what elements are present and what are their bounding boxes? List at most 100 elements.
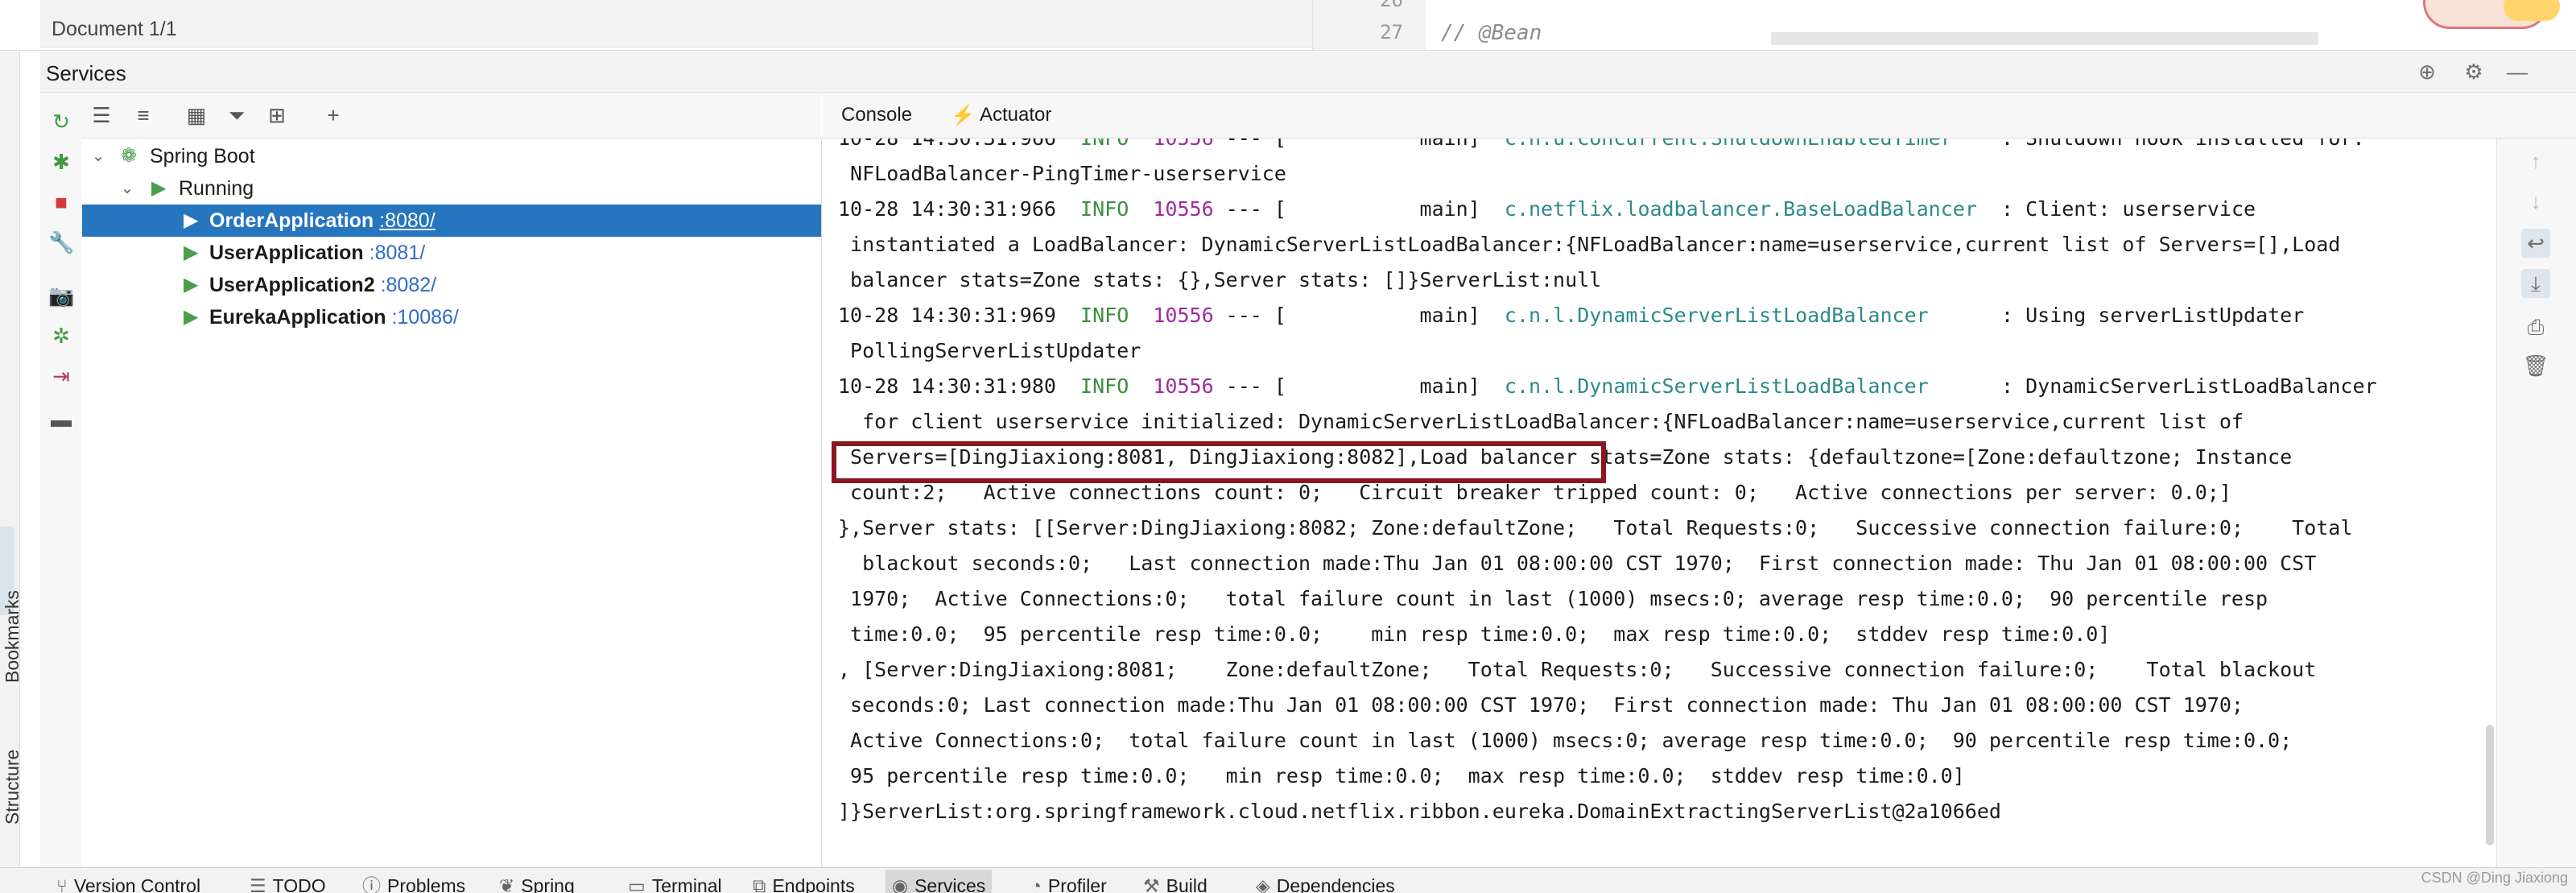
- app-port-link[interactable]: :8080/: [379, 209, 436, 232]
- bottom-tab-version-control[interactable]: ⑂ Version Control: [56, 870, 200, 893]
- terminal-icon: ▭: [628, 875, 646, 893]
- log-logger: c.n.u.concurrent.ShutdownEnabledTimer: [1505, 138, 1953, 150]
- log-date: 10-28 14:30:31:969: [838, 304, 1056, 327]
- bottom-tab-label: Terminal: [651, 875, 722, 893]
- services-tree: ⌄ ❁ Spring Boot ⌄ ▶ Running ▶ OrderAppli…: [82, 138, 822, 867]
- console-line: time:0.0; 95 percentile resp time:0.0; m…: [838, 617, 2110, 652]
- scroll-to-end-icon[interactable]: ⤓: [2521, 269, 2550, 298]
- bottom-tab-label: Services: [914, 875, 986, 893]
- log-pid: 10556: [1153, 304, 1214, 327]
- log-text: 95 percentile resp time:0.0; min resp ti…: [838, 764, 1965, 788]
- minimize-icon[interactable]: —: [2505, 60, 2529, 84]
- tab-console[interactable]: Console: [841, 104, 912, 126]
- log-thread: main]: [1286, 197, 1480, 221]
- app-entry: UserApplication :8081/: [209, 237, 425, 269]
- leaf-icon: ❦: [499, 875, 515, 893]
- bottom-tab-label: Version Control: [73, 875, 201, 893]
- log-text: seconds:0; Last connection made:Thu Jan …: [838, 693, 2244, 717]
- add-icon[interactable]: +: [320, 102, 346, 128]
- soft-wrap-icon[interactable]: ↩: [2521, 229, 2550, 258]
- log-message: : Using serverListUpdater: [1928, 304, 2305, 327]
- camera-icon[interactable]: 📷: [48, 283, 74, 308]
- log-date: 10-28 14:30:31:966: [838, 138, 1056, 150]
- run-icon: ▶: [184, 209, 199, 231]
- bottom-tab-dependencies[interactable]: ◈ Dependencies: [1256, 870, 1395, 893]
- new-service-icon[interactable]: ⊞: [264, 102, 290, 128]
- console-line: },Server stats: [[Server:DingJiaxiong:80…: [838, 511, 2352, 546]
- bug-icon[interactable]: ✲: [48, 323, 74, 349]
- bottom-tab-terminal[interactable]: ▭ Terminal: [628, 870, 722, 893]
- wrench-icon[interactable]: 🔧: [48, 229, 74, 255]
- log-separator: --- [: [1213, 374, 1286, 398]
- debug-icon[interactable]: ✱: [48, 149, 74, 175]
- tree-node-label: Spring Boot: [150, 145, 255, 167]
- log-level: INFO: [1080, 138, 1129, 150]
- bottom-tool-bar: ⑂ Version Control ☰ TODO ⓘ Problems ❦ Spring ▭ Te…: [0, 867, 2576, 893]
- dependencies-icon: ◈: [1256, 875, 1270, 893]
- tree-node-user-application[interactable]: ▶ UserApplication :8081/: [82, 237, 821, 269]
- app-port-link[interactable]: :8081/: [369, 242, 426, 264]
- console-line: NFLoadBalancer-PingTimer-userservice: [838, 156, 1286, 192]
- highlight-annotation: [832, 441, 1606, 483]
- arrow-up-icon[interactable]: ↑: [2521, 147, 2550, 176]
- left-tool-stripe: [0, 52, 20, 866]
- app-entry: EurekaApplication :10086/: [209, 301, 459, 333]
- crosshair-icon[interactable]: ⊕: [2415, 60, 2439, 84]
- services-header: Services ⊕ ⚙ —: [40, 52, 2576, 93]
- structure-tab[interactable]: Structure: [2, 750, 23, 825]
- group-icon[interactable]: ▦: [184, 102, 209, 128]
- app-entry: OrderApplication :8080/: [209, 205, 436, 237]
- console-line: 10-28 14:30:31:966 INFO 10556 --- [ main…: [838, 192, 2256, 227]
- bottom-tab-build[interactable]: ⚒ Build: [1143, 870, 1208, 893]
- tree-node-spring-boot[interactable]: ⌄ ❁ Spring Boot: [82, 140, 821, 172]
- arrow-down-icon[interactable]: ↓: [2521, 187, 2550, 216]
- info-icon: ⓘ: [362, 875, 381, 893]
- console-line: 95 percentile resp time:0.0; min resp ti…: [838, 759, 1965, 794]
- bottom-tab-problems[interactable]: ⓘ Problems: [362, 870, 465, 893]
- collapse-all-icon[interactable]: ≡: [130, 102, 156, 128]
- console-scrollbar[interactable]: [2486, 725, 2494, 845]
- print-icon[interactable]: ⎙: [2521, 312, 2550, 341]
- bottom-tab-label: Spring: [521, 875, 575, 893]
- tree-node-eureka-application[interactable]: ▶ EurekaApplication :10086/: [82, 301, 821, 333]
- filter-icon[interactable]: ⏷: [224, 102, 250, 128]
- trash-icon[interactable]: 🗑: [2521, 351, 2550, 380]
- chevron-down-icon[interactable]: ⌄: [119, 172, 135, 205]
- console-line: ]}ServerList:org.springframework.cloud.n…: [838, 794, 2001, 829]
- console-line: instantiated a LoadBalancer: DynamicServ…: [838, 227, 2340, 263]
- watermark: CSDN @Ding Jiaxiong: [2421, 870, 2568, 886]
- rerun-icon[interactable]: ↻: [48, 109, 74, 134]
- app-port-link[interactable]: :8082/: [381, 274, 437, 296]
- app-name: UserApplication: [209, 242, 364, 264]
- console-line: blackout seconds:0; Last connection made…: [838, 546, 2316, 581]
- line-number: 26: [1380, 0, 1403, 11]
- expand-all-icon[interactable]: ☰: [89, 102, 114, 128]
- bottom-tab-label: Problems: [387, 875, 466, 893]
- bookmarks-tab[interactable]: Bookmarks: [2, 590, 23, 683]
- tab-actuator[interactable]: Actuator: [980, 104, 1051, 126]
- bottom-tab-services[interactable]: ◉ Services: [886, 870, 993, 893]
- bottom-tab-endpoints[interactable]: ⧉ Endpoints: [753, 870, 855, 893]
- app-name: UserApplication2: [209, 274, 375, 296]
- chevron-down-icon[interactable]: ⌄: [90, 140, 106, 172]
- bottom-tab-todo[interactable]: ☰ TODO: [250, 870, 326, 893]
- editor-scrollbar[interactable]: [1771, 32, 2318, 45]
- log-text: Active Connections:0; total failure coun…: [838, 729, 2293, 752]
- gear-icon[interactable]: ⚙: [2462, 60, 2486, 84]
- stop-icon[interactable]: ■: [48, 189, 74, 215]
- spring-boot-icon: ❁: [121, 145, 138, 167]
- tree-node-running[interactable]: ⌄ ▶ Running: [82, 172, 821, 205]
- editor-top-strip: Document 1/1 26 27 // @Bean: [0, 0, 2576, 51]
- exit-icon[interactable]: ⇥: [48, 363, 74, 389]
- tree-node-user-application2[interactable]: ▶ UserApplication2 :8082/: [82, 269, 821, 301]
- console-output[interactable]: 10-28 14:30:31:966 INFO 10556 --- [ main…: [822, 138, 2496, 867]
- log-separator: --- [: [1213, 304, 1286, 327]
- bottom-tab-profiler[interactable]: ◔ Profiler: [1030, 870, 1107, 893]
- bottom-tab-label: Profiler: [1047, 875, 1107, 893]
- layout-icon[interactable]: ▬: [48, 407, 74, 432]
- app-port-link[interactable]: :10086/: [391, 306, 458, 329]
- log-logger: c.n.l.DynamicServerListLoadBalancer: [1504, 304, 1929, 327]
- tree-toolbar: ☰ ≡ ▦ ⏷ ⊞ +: [82, 93, 821, 138]
- tree-node-order-application[interactable]: ▶ OrderApplication :8080/: [82, 205, 821, 237]
- bottom-tab-spring[interactable]: ❦ Spring: [499, 870, 575, 893]
